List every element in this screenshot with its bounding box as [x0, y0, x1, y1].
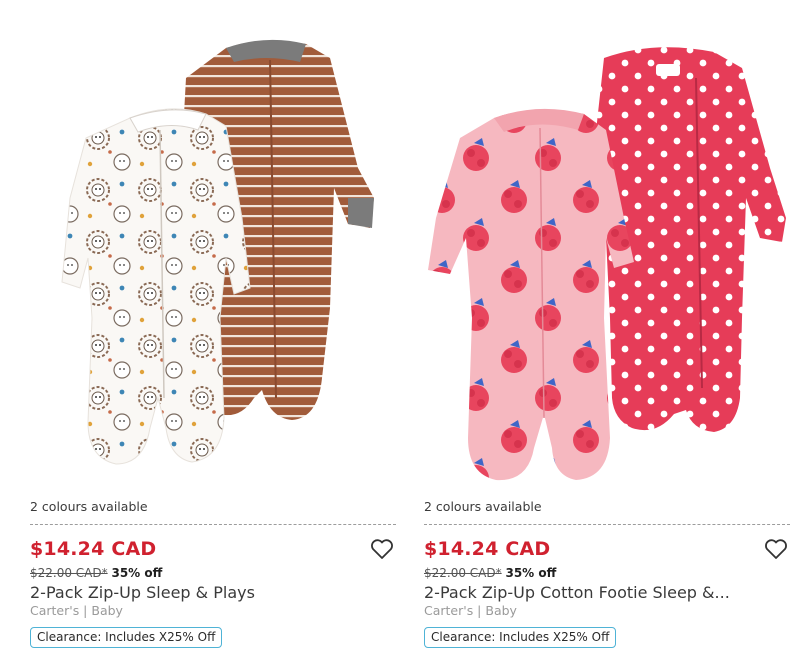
wishlist-button[interactable]	[762, 536, 790, 562]
discount-label: 35% off	[111, 566, 163, 580]
heart-outline-icon	[765, 539, 787, 559]
pink-raspberry-sleeper	[428, 108, 634, 481]
product-grid: 2 colours available $14.24 CAD $22.00 CA…	[0, 0, 791, 660]
product-image[interactable]	[424, 18, 790, 488]
brand-label: Carter's | Baby	[30, 603, 123, 618]
colour-count: 2 colours available	[424, 499, 542, 514]
white-lion-sleeper	[61, 108, 251, 465]
clearance-badge: Clearance: Includes X25% Off	[30, 627, 223, 648]
brand-label: Carter's | Baby	[424, 603, 517, 618]
sleeper-illustration	[428, 47, 786, 481]
original-price: $22.00 CAD*	[30, 566, 108, 580]
sale-price: $14.24 CAD	[30, 538, 157, 560]
discount-label: 35% off	[505, 566, 557, 580]
divider	[30, 524, 396, 525]
divider	[424, 524, 790, 525]
product-title[interactable]: 2-Pack Zip-Up Cotton Footie Sleep &...	[424, 583, 764, 602]
sleeper-illustration	[61, 39, 374, 465]
was-price-row: $22.00 CAD* 35% off	[424, 566, 556, 580]
product-image[interactable]	[30, 18, 396, 488]
sale-price: $14.24 CAD	[424, 538, 551, 560]
wishlist-button[interactable]	[368, 536, 396, 562]
original-price: $22.00 CAD*	[424, 566, 502, 580]
product-card[interactable]: 2 colours available $14.24 CAD $22.00 CA…	[424, 0, 790, 660]
heart-outline-icon	[371, 539, 393, 559]
clearance-badge: Clearance: Includes X25% Off	[424, 627, 617, 648]
was-price-row: $22.00 CAD* 35% off	[30, 566, 162, 580]
colour-count: 2 colours available	[30, 499, 148, 514]
product-card[interactable]: 2 colours available $14.24 CAD $22.00 CA…	[30, 0, 396, 660]
product-title[interactable]: 2-Pack Zip-Up Sleep & Plays	[30, 583, 370, 602]
